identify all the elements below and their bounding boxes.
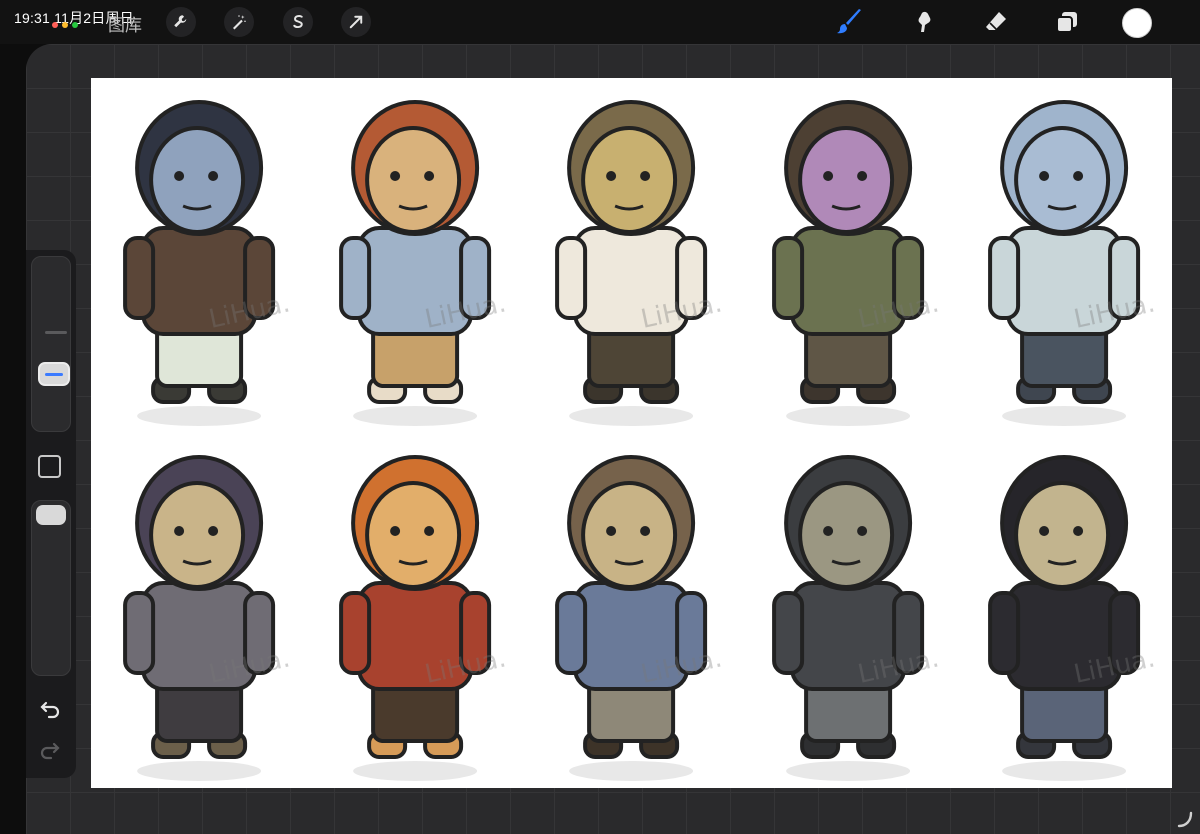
character-shadow: [137, 761, 262, 781]
character-left-eye: [174, 526, 185, 536]
character-face: [149, 481, 246, 589]
character-drawing: LiHua.: [555, 100, 725, 426]
character-shadow: [569, 761, 694, 781]
character-sheet: LiHua. LiHua. LiHua. LiHua. LiHua. LiHua. LiHu…: [91, 78, 1172, 788]
character-left-arm: [987, 236, 1020, 320]
character-left-arm: [771, 236, 804, 320]
transform-arrow-icon[interactable]: [341, 7, 371, 37]
character-drawing: LiHua.: [987, 100, 1157, 426]
character-face: [365, 126, 462, 234]
zoom-dot-icon[interactable]: [72, 22, 78, 28]
character-drawing: LiHua.: [123, 455, 293, 781]
character-left-arm: [123, 236, 156, 320]
slider-tick-mark: [45, 331, 67, 334]
gallery-button[interactable]: 图库: [108, 11, 142, 36]
character-left-eye: [174, 171, 185, 181]
close-dot-icon[interactable]: [52, 22, 58, 28]
character-left-arm: [123, 591, 156, 675]
character-left-arm: [987, 591, 1020, 675]
character-left-eye: [390, 526, 401, 536]
character-right-eye: [640, 171, 651, 181]
selection-s-icon[interactable]: [283, 7, 313, 37]
character-right-eye: [424, 171, 435, 181]
character-left-arm: [771, 591, 804, 675]
wrench-icon[interactable]: [166, 7, 196, 37]
character-face: [365, 481, 462, 589]
top-toolbar: 19:31 11月2日周日 图库: [0, 0, 1200, 44]
undo-icon[interactable]: [37, 695, 63, 721]
character-shadow: [785, 761, 910, 781]
character-shadow: [569, 406, 694, 426]
brush-size-slider[interactable]: [31, 256, 71, 432]
character-left-eye: [822, 526, 833, 536]
character-right-eye: [856, 171, 867, 181]
character-left-arm: [555, 591, 588, 675]
character-right-eye: [856, 526, 867, 536]
character-left-eye: [606, 526, 617, 536]
character-figure: LiHua.: [740, 78, 956, 433]
character-drawing: LiHua.: [123, 100, 293, 426]
character-figure: LiHua.: [307, 78, 523, 433]
character-drawing: LiHua.: [987, 455, 1157, 781]
character-right-eye: [208, 526, 219, 536]
character-left-eye: [822, 171, 833, 181]
character-face: [1013, 481, 1110, 589]
character-left-arm: [339, 236, 372, 320]
minimize-dot-icon[interactable]: [62, 22, 68, 28]
status-time: 19:31: [14, 10, 51, 26]
character-right-eye: [640, 526, 651, 536]
character-left-eye: [606, 171, 617, 181]
character-shadow: [353, 406, 478, 426]
character-face: [581, 126, 678, 234]
character-right-eye: [424, 526, 435, 536]
character-drawing: LiHua.: [771, 455, 941, 781]
character-left-eye: [390, 171, 401, 181]
character-drawing: LiHua.: [771, 100, 941, 426]
character-figure: LiHua.: [307, 433, 523, 788]
resize-corner-icon[interactable]: [1176, 810, 1194, 828]
character-face: [1013, 126, 1110, 234]
opacity-thumb[interactable]: [36, 505, 66, 525]
brush-icon[interactable]: [834, 6, 866, 38]
character-figure: LiHua.: [91, 78, 307, 433]
redo-icon[interactable]: [37, 736, 63, 762]
character-left-eye: [1038, 526, 1049, 536]
character-figure: LiHua.: [523, 433, 739, 788]
character-drawing: LiHua.: [339, 455, 509, 781]
character-figure: LiHua.: [91, 433, 307, 788]
character-shadow: [353, 761, 478, 781]
character-face: [581, 481, 678, 589]
magic-wand-icon[interactable]: [224, 7, 254, 37]
character-shadow: [1001, 406, 1126, 426]
character-shadow: [785, 406, 910, 426]
character-face: [797, 126, 894, 234]
character-right-eye: [1072, 171, 1083, 181]
character-face: [149, 126, 246, 234]
character-drawing: LiHua.: [339, 100, 509, 426]
character-shadow: [1001, 761, 1126, 781]
modify-square-icon[interactable]: [38, 455, 61, 478]
character-left-eye: [1038, 171, 1049, 181]
character-right-eye: [1072, 526, 1083, 536]
character-drawing: LiHua.: [555, 455, 725, 781]
size-indicator-icon: [45, 372, 63, 376]
character-shadow: [137, 406, 262, 426]
character-left-arm: [339, 591, 372, 675]
window-controls[interactable]: [52, 22, 78, 28]
character-figure: LiHua.: [523, 78, 739, 433]
opacity-slider[interactable]: [31, 500, 71, 676]
character-figure: LiHua.: [956, 433, 1172, 788]
character-right-eye: [208, 171, 219, 181]
character-left-arm: [555, 236, 588, 320]
color-picker-swatch[interactable]: [1122, 8, 1152, 38]
character-figure: LiHua.: [956, 78, 1172, 433]
character-figure: LiHua.: [740, 433, 956, 788]
brush-size-thumb[interactable]: [38, 362, 70, 386]
left-sidebar: [26, 250, 76, 778]
character-face: [797, 481, 894, 589]
eraser-icon[interactable]: [980, 6, 1012, 38]
drawing-canvas[interactable]: LiHua. LiHua. LiHua. LiHua. LiHua. LiHua. LiHu…: [91, 78, 1172, 788]
smudge-icon[interactable]: [910, 6, 942, 38]
layers-icon[interactable]: [1051, 6, 1083, 38]
